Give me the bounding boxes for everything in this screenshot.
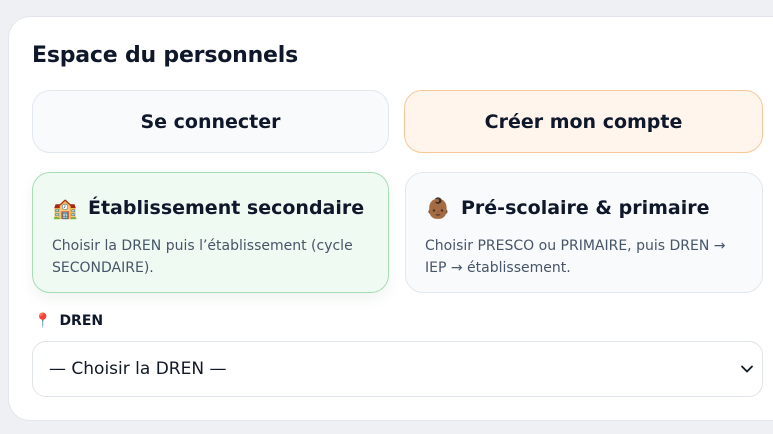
page-title: Espace du personnels — [32, 43, 299, 68]
dren-select-value: — Choisir la DREN — — [49, 359, 227, 379]
option-secondary-school[interactable]: 🏫 Établissement secondaire Choisir la DR… — [32, 172, 389, 293]
option-description: Choisir PRESCO ou PRIMAIRE, puis DREN → … — [425, 238, 726, 276]
school-building-icon: 🏫 — [52, 196, 78, 220]
option-header: 👶🏾 Pré-scolaire & primaire — [425, 193, 744, 223]
option-description: Choisir la DREN puis l’établissement (cy… — [52, 238, 353, 276]
option-header: 🏫 Établissement secondaire — [52, 193, 370, 223]
baby-icon: 👶🏾 — [425, 196, 451, 220]
option-title: Établissement secondaire — [88, 197, 365, 219]
chevron-down-icon — [741, 365, 753, 373]
dren-select[interactable]: — Choisir la DREN — — [32, 341, 763, 397]
option-title: Pré-scolaire & primaire — [461, 197, 710, 219]
option-preschool-primary[interactable]: 👶🏾 Pré-scolaire & primaire Choisir PRESC… — [405, 172, 763, 293]
dren-label-text: DREN — [59, 313, 104, 329]
create-account-button[interactable]: Créer mon compte — [404, 90, 763, 153]
login-button[interactable]: Se connecter — [32, 90, 389, 153]
pin-icon: 📍 — [34, 313, 52, 329]
dren-field-label: 📍 DREN — [34, 313, 103, 329]
